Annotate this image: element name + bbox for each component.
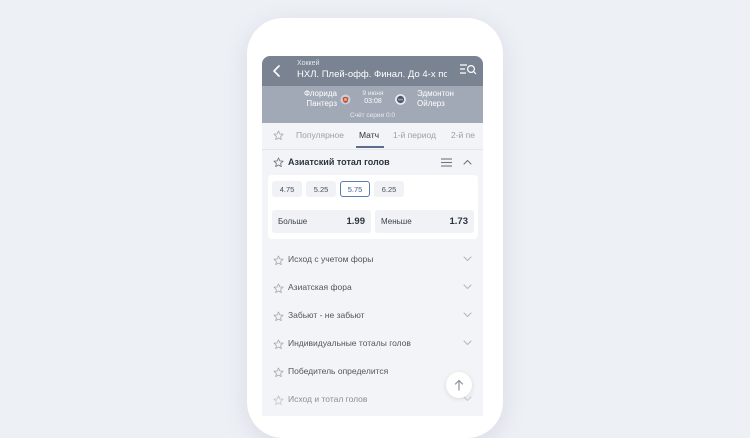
market-asian-total-card: 4.75 5.25 5.75 6.25 Больше 1.99 Меньше 1… [268,175,478,239]
odds-over-value: 1.99 [346,216,366,227]
market-title: Забьют - не забьют [288,310,365,320]
market-row[interactable]: Азиатская фора [262,275,483,301]
market-asian-total-header[interactable]: Азиатский тотал голов [262,150,483,174]
markets-search-button[interactable] [459,63,477,79]
star-icon[interactable] [273,255,284,266]
line-option[interactable]: 5.25 [306,181,336,197]
team-home-line1: Флорида [303,89,337,98]
back-button[interactable] [268,62,286,80]
chevron-down-icon [463,396,472,402]
market-title: Победитель определится [288,366,389,376]
chevron-left-icon [273,65,280,77]
tab-period-2[interactable]: 2-й пе [451,130,475,140]
market-title: Азиатский тотал голов [288,157,390,167]
team-away-logo-icon [395,94,406,105]
favorites-tab-star-icon[interactable] [273,130,284,141]
market-title: Исход с учетом форы [288,254,374,264]
odds-under-button[interactable]: Меньше 1.73 [375,210,474,233]
market-title: Индивидуальные тоталы голов [288,338,411,348]
market-title: Исход и тотал голов [288,394,368,404]
arrow-up-icon [454,379,464,391]
event-title: НХЛ. Плей-офф. Финал. До 4-х побед [297,69,447,80]
tab-popular[interactable]: Популярное [296,130,344,140]
chevron-up-icon[interactable] [463,159,472,165]
odds-under-label: Меньше [381,217,412,226]
market-title: Азиатская фора [288,282,352,292]
list-search-icon [460,64,477,75]
team-away-line1: Эдмонтон [417,89,454,98]
team-home-line2: Пантерз [306,99,337,108]
odds-over-button[interactable]: Больше 1.99 [272,210,371,233]
team-home-name: Флорида Пантерз [304,89,337,109]
tab-period-1[interactable]: 1-й период [393,130,436,140]
star-icon[interactable] [273,367,284,378]
odds-under-value: 1.73 [449,216,469,227]
chevron-down-icon [463,312,472,318]
star-icon[interactable] [273,311,284,322]
active-tab-indicator [356,146,384,148]
market-row[interactable]: Забьют - не забьют [262,303,483,329]
scroll-to-top-button[interactable] [446,372,472,398]
star-icon[interactable] [273,157,284,168]
chevron-down-icon [463,284,472,290]
star-icon[interactable] [273,395,284,406]
chevron-down-icon [463,340,472,346]
team-home-logo-icon [340,94,351,105]
team-away-name: Эдмонтон Ойлерз [417,89,454,109]
market-tabs: Популярное Матч 1-й период 2-й пе [262,123,483,150]
team-away-line2: Ойлерз [417,99,445,108]
odds-over-label: Больше [278,217,308,226]
chevron-down-icon [463,256,472,262]
line-option[interactable]: 6.25 [374,181,404,197]
list-view-icon[interactable] [441,158,452,167]
series-score: Счёт серии 0:0 [350,112,395,119]
event-header: Хоккей НХЛ. Плей-офф. Финал. До 4-х побе… [262,56,483,86]
match-time: 03:08 [364,98,382,105]
match-date: 9 июня [362,90,384,97]
app-screen: Хоккей НХЛ. Плей-офф. Финал. До 4-х побе… [262,56,483,416]
line-option-selected[interactable]: 5.75 [340,181,370,197]
sport-label: Хоккей [297,60,320,67]
scoreboard: Флорида Пантерз 9 июня 03:08 Эдмонтон Ой… [262,86,483,123]
star-icon[interactable] [273,339,284,350]
star-icon[interactable] [273,283,284,294]
line-option[interactable]: 4.75 [272,181,302,197]
market-row[interactable]: Индивидуальные тоталы голов [262,331,483,357]
market-row[interactable]: Исход с учетом форы [262,247,483,273]
tab-match[interactable]: Матч [359,130,379,140]
